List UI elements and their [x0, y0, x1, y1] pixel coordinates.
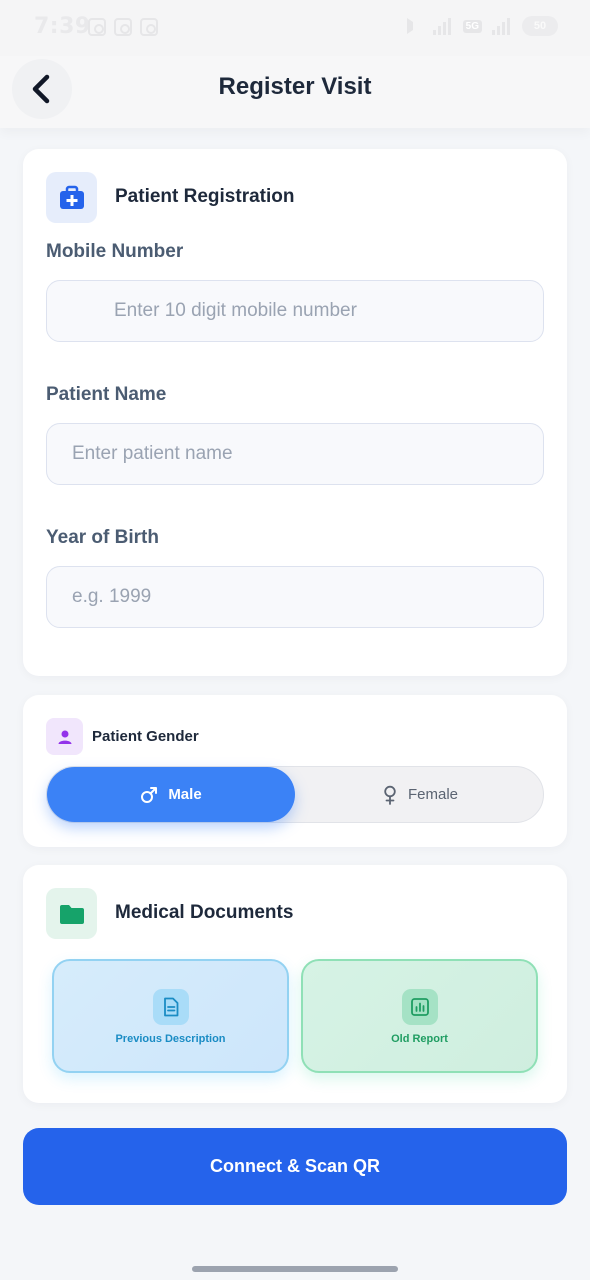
gender-option-female-label: Female [407, 786, 459, 803]
bar-chart-icon-tile [402, 989, 438, 1025]
year-of-birth-label: Year of Birth [46, 527, 159, 548]
gender-option-male-label: Male [168, 786, 202, 803]
folder-icon-tile [46, 888, 97, 939]
page-title: Register Visit [218, 73, 372, 100]
person-icon [58, 730, 71, 744]
gender-title: Patient Gender [92, 728, 199, 745]
medical-documents-card: Medical Documents Previous Description O… [23, 865, 567, 1103]
instagram-icon [114, 18, 132, 36]
registration-title: Patient Registration [115, 186, 295, 207]
gender-toggle: Male Female [46, 766, 544, 823]
battery-indicator: 50 [522, 16, 558, 36]
old-report-label: Old Report [391, 1033, 448, 1045]
signal-icon [492, 17, 512, 35]
patient-name-label: Patient Name [46, 384, 167, 405]
status-time: 7:39 [34, 14, 91, 39]
patient-name-input[interactable]: Enter patient name [46, 423, 544, 485]
old-report-button[interactable]: Old Report [301, 959, 538, 1073]
male-icon [141, 786, 158, 803]
mobile-number-label: Mobile Number [46, 241, 184, 262]
gender-option-female[interactable]: Female [297, 767, 543, 822]
app-header: Register Visit [0, 56, 590, 128]
previous-description-label: Previous Description [115, 1033, 226, 1045]
home-indicator[interactable] [192, 1266, 398, 1272]
document-icon-tile [153, 989, 189, 1025]
bar-chart-icon [411, 998, 429, 1016]
signal-icon [432, 17, 453, 35]
patient-registration-card: Patient Registration Mobile Number Enter… [23, 149, 567, 676]
documents-title: Medical Documents [115, 902, 294, 923]
system-icons: 5G 50 [406, 16, 558, 36]
connect-scan-qr-button[interactable]: Connect & Scan QR [23, 1128, 567, 1205]
medical-bag-icon-tile [46, 172, 97, 223]
mute-icon [406, 18, 423, 34]
female-icon [384, 785, 396, 805]
year-of-birth-input[interactable]: e.g. 1999 [46, 566, 544, 628]
medical-bag-icon [59, 185, 84, 209]
gender-option-male[interactable]: Male [47, 767, 295, 822]
person-icon-tile [46, 718, 83, 755]
folder-icon [59, 904, 84, 924]
status-bar: 7:39 5G 50 [0, 0, 590, 56]
document-icon [164, 997, 179, 1017]
notification-icons [88, 18, 158, 36]
patient-gender-card: Patient Gender Male Female [23, 695, 567, 847]
notification-icon [88, 18, 106, 36]
lte-icon: 5G [462, 19, 482, 33]
mobile-number-input[interactable]: Enter 10 digit mobile number [46, 280, 544, 342]
instagram-icon [140, 18, 158, 36]
previous-description-button[interactable]: Previous Description [52, 959, 289, 1073]
